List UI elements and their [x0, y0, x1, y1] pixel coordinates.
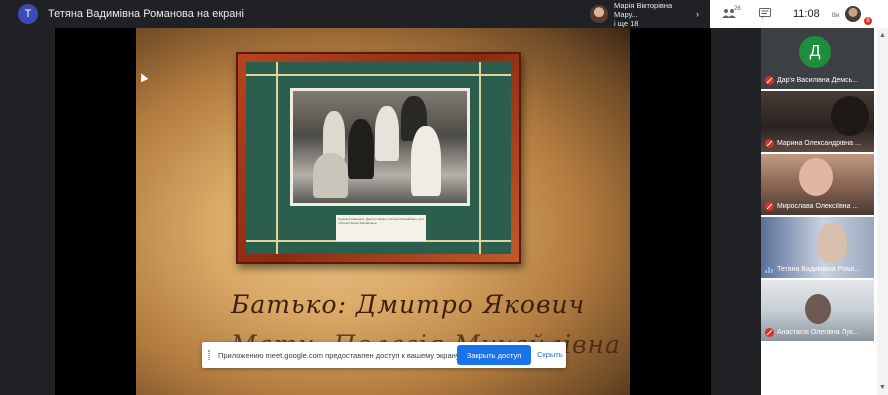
mic-off-icon [765, 328, 774, 337]
participant-tile[interactable]: Анастасія Олегівна Лук... [761, 280, 874, 341]
chat-icon[interactable] [759, 8, 771, 22]
family-photo [290, 88, 470, 206]
participant-name: Тетяна Вадимівна Рома... [777, 266, 861, 273]
sidebar-scrollbar[interactable]: ▲ ▼ [877, 28, 888, 395]
photo-caption: Родина Романових. Дмитро Якович, Пелагія… [336, 215, 426, 241]
video-thumbnail [817, 223, 847, 263]
pinned-name: Марія Вікторівна Мару... [614, 0, 673, 19]
participant-name: Марина Олександрівна ... [777, 140, 861, 147]
presentation-slide: Родина Романових. Дмитро Якович, Пелагія… [136, 28, 630, 395]
mic-active-icon [765, 267, 773, 273]
participant-tile[interactable]: Д Дар'я Василівна Демсь... [761, 28, 874, 89]
drag-handle-icon[interactable] [208, 350, 210, 360]
stop-sharing-button[interactable]: Закрыть доступ [457, 345, 531, 365]
mic-off-icon [765, 76, 774, 85]
hide-banner-button[interactable]: Скрыть [537, 350, 563, 359]
clock-time: 11:08 [793, 8, 820, 20]
slide-heading: Батько: Дмитро Якович [231, 290, 586, 319]
screen-share-stage: Родина Романових. Дмитро Якович, Пелагія… [55, 28, 711, 395]
video-thumbnail [799, 158, 833, 196]
mic-off-icon [765, 202, 774, 211]
photo-figure [348, 119, 374, 179]
video-thumbnail [805, 294, 831, 324]
participant-initial: Д [799, 36, 831, 68]
self-label: Ви [832, 13, 840, 19]
pinned-more: і ще 18 [614, 18, 639, 28]
pinned-label: Марія Вікторівна Мару... і ще 18 [614, 1, 694, 28]
notification-badge: 8 [864, 17, 872, 25]
meet-window: T Тетяна Вадимівна Романова на екрані Ма… [0, 0, 888, 395]
scroll-up-icon[interactable]: ▲ [879, 32, 886, 39]
video-thumbnail [831, 96, 869, 136]
participant-tile[interactable]: Мирослава Олексіївна ... [761, 154, 874, 215]
photo-frame: Родина Романових. Дмитро Якович, Пелагія… [236, 52, 521, 264]
participant-name: Мирослава Олексіївна ... [777, 203, 859, 210]
mic-off-icon [765, 139, 774, 148]
participant-tile[interactable]: Марина Олександрівна ... [761, 91, 874, 152]
mat-stripe [276, 62, 278, 254]
presenter-avatar: T [18, 4, 38, 24]
photo-figure [313, 153, 348, 198]
screen-share-banner: Приложению meet.google.com предоставлен … [202, 342, 566, 368]
pinned-participants[interactable]: Марія Вікторівна Мару... і ще 18 › [590, 1, 699, 28]
participant-tile[interactable]: Тетяна Вадимівна Рома... [761, 217, 874, 278]
participant-name: Дар'я Василівна Демсь... [777, 77, 859, 84]
participants-sidebar: Д Дар'я Василівна Демсь... Марина Олекса… [761, 28, 888, 395]
chevron-right-icon[interactable]: › [696, 9, 699, 19]
pinned-avatar [590, 5, 608, 23]
photo-figure [411, 126, 441, 196]
people-count: 26 [734, 6, 741, 12]
photo-figure [375, 106, 399, 161]
self-avatar[interactable] [845, 6, 861, 22]
scroll-down-icon[interactable]: ▼ [879, 384, 886, 391]
mat-stripe [479, 62, 481, 254]
mat-stripe [246, 74, 511, 76]
participant-name: Анастасія Олегівна Лук... [777, 329, 859, 336]
photo-mat: Родина Романових. Дмитро Якович, Пелагія… [246, 62, 511, 254]
share-banner-text: Приложению meet.google.com предоставлен … [218, 350, 461, 360]
presenter-title: Тетяна Вадимівна Романова на екрані [48, 8, 244, 20]
